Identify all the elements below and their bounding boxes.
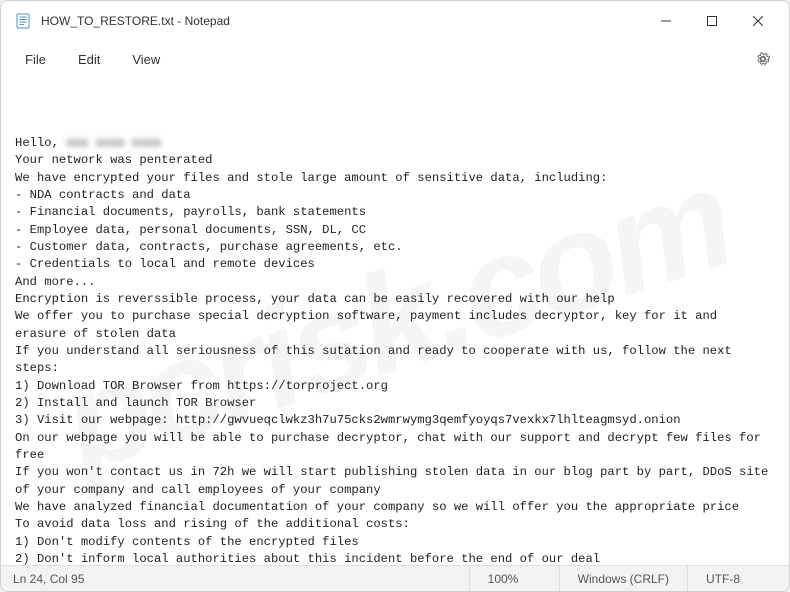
window-title: HOW_TO_RESTORE.txt - Notepad	[41, 14, 230, 28]
minimize-button[interactable]	[643, 5, 689, 37]
status-line-ending: Windows (CRLF)	[559, 566, 687, 591]
window-controls	[643, 5, 781, 37]
notepad-icon	[15, 13, 31, 29]
gear-icon	[755, 51, 771, 67]
close-button[interactable]	[735, 5, 781, 37]
status-encoding: UTF-8	[687, 566, 777, 591]
greeting-name-blurred: xxx xxxx xxxx	[66, 135, 161, 152]
body-lines: Your network was penterated We have encr…	[15, 153, 776, 565]
maximize-button[interactable]	[689, 5, 735, 37]
statusbar: Ln 24, Col 95 100% Windows (CRLF) UTF-8	[1, 565, 789, 591]
titlebar: HOW_TO_RESTORE.txt - Notepad	[1, 1, 789, 41]
document-text: Hello, xxx xxxx xxxx Your network was pe…	[15, 135, 775, 565]
greeting-prefix: Hello,	[15, 136, 66, 150]
settings-button[interactable]	[747, 43, 779, 75]
menu-view[interactable]: View	[118, 46, 174, 73]
status-position: Ln 24, Col 95	[13, 572, 469, 586]
text-content-area[interactable]: pcrisk.com Hello, xxx xxxx xxxx Your net…	[1, 77, 789, 565]
menubar: File Edit View	[1, 41, 789, 77]
menu-file[interactable]: File	[11, 46, 60, 73]
menu-edit[interactable]: Edit	[64, 46, 114, 73]
status-zoom: 100%	[469, 566, 559, 591]
notepad-window: HOW_TO_RESTORE.txt - Notepad File Edit V…	[0, 0, 790, 592]
